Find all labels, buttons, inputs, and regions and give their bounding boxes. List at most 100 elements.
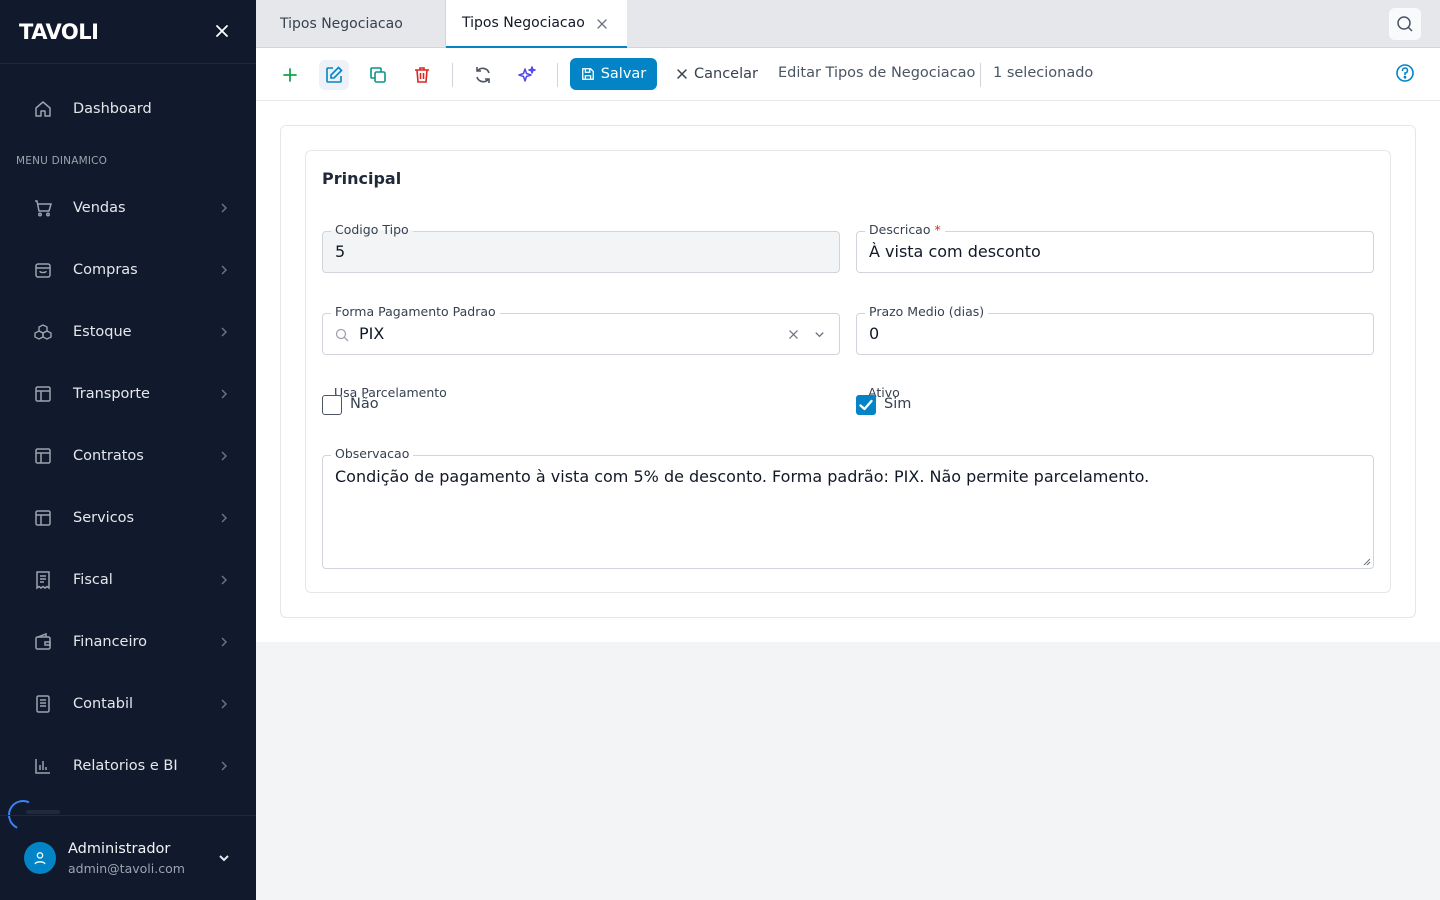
sidebar-item-transporte[interactable]: Transporte — [16, 372, 240, 416]
sidebar-item-fiscal[interactable]: Fiscal — [16, 558, 240, 602]
content-area: Principal Codigo Tipo 5 Descricao * À vi… — [256, 101, 1440, 642]
clear-icon[interactable] — [788, 329, 799, 340]
sidebar-item-servicos[interactable]: Servicos — [16, 496, 240, 540]
prazo-medio-value: 0 — [869, 324, 880, 343]
close-sidebar-button[interactable] — [212, 21, 232, 41]
chevron-right-icon — [221, 761, 228, 771]
toolbar: Salvar Cancelar Editar Tipos de Negociac… — [256, 48, 1440, 101]
close-icon — [677, 69, 687, 79]
boxes-icon — [34, 324, 52, 340]
refresh-button[interactable] — [468, 60, 498, 90]
sidebar-item-compras[interactable]: Compras — [16, 248, 240, 292]
save-label: Salvar — [600, 66, 647, 82]
ativo-text: Sim — [884, 396, 912, 412]
selection-count: 1 selecionado — [993, 65, 1094, 81]
sidebar-item-label: Dashboard — [73, 101, 152, 117]
cancel-button[interactable]: Cancelar — [676, 58, 758, 90]
sidebar: TAVOLI Dashboard MENU DINAMICO Vendas Co… — [0, 0, 256, 900]
codigo-tipo-value: 5 — [335, 242, 346, 261]
user-icon — [34, 852, 46, 865]
chevron-right-icon — [221, 513, 228, 523]
required-mark: * — [934, 222, 941, 237]
sidebar-item-label: Vendas — [73, 200, 126, 216]
book-icon — [36, 695, 50, 713]
scroll-indicator — [26, 810, 60, 814]
table-icon — [35, 386, 51, 402]
toolbar-divider — [557, 63, 558, 87]
shopping-bag-icon — [35, 263, 51, 278]
user-name: Administrador — [68, 841, 171, 857]
cancel-label: Cancelar — [694, 66, 758, 82]
help-icon — [1396, 64, 1414, 82]
help-button[interactable] — [1395, 63, 1417, 85]
save-icon — [581, 68, 594, 80]
user-menu[interactable]: Administrador admin@tavoli.com — [0, 816, 256, 900]
sidebar-item-label: Relatorios e BI — [73, 758, 178, 774]
check-icon — [859, 399, 873, 411]
wallet-icon — [35, 632, 51, 650]
close-tab-icon[interactable] — [596, 18, 608, 30]
observacao-label: Observacao — [331, 446, 414, 462]
toolbar-title: Editar Tipos de Negociacao — [778, 65, 976, 81]
tab-tipos-negociacao-1[interactable]: Tipos Negociacao — [256, 0, 446, 48]
sidebar-item-contabil[interactable]: Contabil — [16, 682, 240, 726]
empty-area — [256, 642, 1440, 900]
tab-label: Tipos Negociacao — [280, 16, 403, 32]
edit-button[interactable] — [319, 60, 349, 90]
usa-parcelamento-text: Não — [350, 396, 379, 412]
brand-logo: TAVOLI — [19, 20, 99, 44]
chevron-right-icon — [221, 265, 228, 275]
resize-grip-icon[interactable] — [1363, 558, 1371, 566]
copy-button[interactable] — [363, 60, 393, 90]
edit-icon — [326, 66, 343, 83]
tab-bar: Tipos Negociacao Tipos Negociacao — [256, 0, 1440, 48]
sidebar-item-label: Fiscal — [73, 572, 113, 588]
sidebar-item-label: Estoque — [73, 324, 132, 340]
refresh-icon — [476, 67, 490, 83]
chevron-right-icon — [221, 203, 228, 213]
trash-icon — [415, 67, 429, 83]
sidebar-item-label: Servicos — [73, 510, 135, 526]
menu-heading: MENU DINAMICO — [16, 155, 108, 167]
forma-pagamento-label: Forma Pagamento Padrao — [331, 304, 500, 320]
descricao-field[interactable]: Descricao * À vista com desconto — [856, 222, 1374, 273]
bar-chart-icon — [35, 759, 50, 774]
forma-pagamento-value: PIX — [359, 324, 385, 343]
sidebar-item-vendas[interactable]: Vendas — [16, 186, 240, 230]
sidebar-item-financeiro[interactable]: Financeiro — [16, 620, 240, 664]
sidebar-item-estoque[interactable]: Estoque — [16, 310, 240, 354]
chevron-down-icon — [219, 855, 229, 862]
tab-tipos-negociacao-2[interactable]: Tipos Negociacao — [446, 0, 627, 48]
observacao-textarea[interactable]: Observacao Condição de pagamento à vista… — [322, 446, 1374, 569]
add-button[interactable] — [275, 60, 305, 90]
tab-label: Tipos Negociacao — [462, 15, 585, 31]
chevron-right-icon — [221, 389, 228, 399]
chevron-right-icon — [221, 637, 228, 647]
ativo-checkbox[interactable] — [856, 395, 876, 415]
prazo-medio-label: Prazo Medio (dias) — [865, 304, 989, 320]
chevron-right-icon — [221, 699, 228, 709]
sidebar-item-contratos[interactable]: Contratos — [16, 434, 240, 478]
sidebar-item-relatorios[interactable]: Relatorios e BI — [16, 744, 240, 788]
copy-icon — [370, 67, 386, 83]
chevron-down-icon[interactable] — [813, 328, 826, 341]
usa-parcelamento-checkbox[interactable] — [322, 395, 342, 415]
ai-assist-button[interactable] — [512, 60, 542, 90]
search-icon — [1397, 16, 1413, 32]
save-button[interactable]: Salvar — [570, 58, 657, 90]
prazo-medio-field[interactable]: Prazo Medio (dias) 0 — [856, 304, 1374, 355]
receipt-icon — [36, 571, 50, 590]
section-principal: Principal Codigo Tipo 5 Descricao * À vi… — [305, 150, 1391, 593]
descricao-value: À vista com desconto — [869, 242, 1041, 261]
global-search-button[interactable] — [1389, 8, 1421, 40]
forma-pagamento-select[interactable]: Forma Pagamento Padrao PIX — [322, 304, 840, 355]
codigo-tipo-label: Codigo Tipo — [331, 222, 413, 238]
sidebar-item-label: Financeiro — [73, 634, 148, 650]
sidebar-item-label: Contabil — [73, 696, 134, 712]
section-title: Principal — [322, 169, 402, 188]
sidebar-item-dashboard[interactable]: Dashboard — [16, 87, 240, 131]
sidebar-divider — [0, 63, 256, 64]
form-card: Principal Codigo Tipo 5 Descricao * À vi… — [280, 125, 1416, 618]
delete-button[interactable] — [407, 60, 437, 90]
sparkles-icon — [518, 66, 536, 82]
